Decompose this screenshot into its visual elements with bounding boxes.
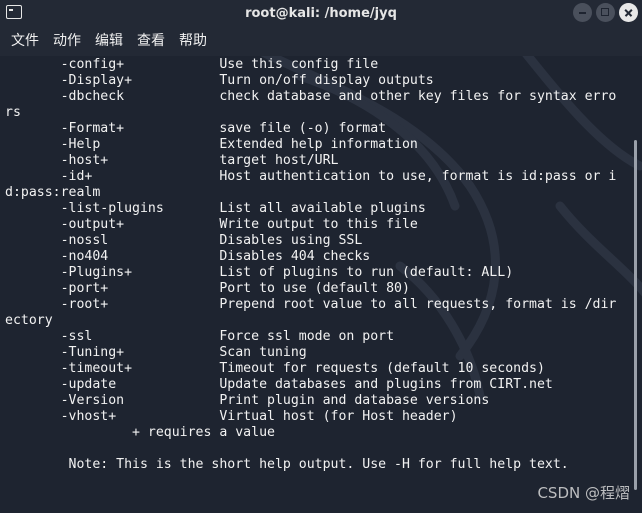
terminal-line: -Help Extended help information — [5, 137, 418, 152]
menu-action[interactable]: 动作 — [46, 26, 88, 56]
terminal-line: -config+ Use this config file — [5, 57, 379, 72]
menu-edit[interactable]: 编辑 — [88, 26, 130, 56]
terminal-line: + requires a value — [5, 425, 275, 440]
terminal-line: -no404 Disables 404 checks — [5, 249, 371, 264]
menu-view[interactable]: 查看 — [130, 26, 172, 56]
terminal-line: -dbcheck check database and other key fi… — [5, 89, 617, 104]
maximize-icon[interactable] — [596, 3, 615, 22]
terminal-line: -nossl Disables using SSL — [5, 233, 363, 248]
scrollbar-thumb[interactable] — [634, 140, 637, 490]
terminal-line: d:pass:realm — [5, 185, 101, 200]
menu-file[interactable]: 文件 — [4, 26, 46, 56]
terminal-line: -host+ target host/URL — [5, 153, 339, 168]
watermark: CSDN @程熠 — [537, 484, 630, 502]
terminal-output[interactable]: -config+ Use this config file -Display+ … — [0, 56, 626, 513]
terminal-line: rs — [5, 105, 21, 120]
terminal-line: -Tuning+ Scan tuning — [5, 345, 307, 360]
terminal-window: root@kali: /home/jyq 文件 动作 编辑 查看 帮助 -con… — [0, 0, 642, 513]
close-icon[interactable] — [619, 3, 638, 22]
terminal-icon[interactable] — [6, 5, 22, 19]
window-title: root@kali: /home/jyq — [245, 5, 397, 21]
menu-bar: 文件 动作 编辑 查看 帮助 — [0, 26, 642, 56]
terminal-line: -timeout+ Timeout for requests (default … — [5, 361, 545, 376]
menu-help[interactable]: 帮助 — [172, 26, 214, 56]
window-controls — [573, 3, 638, 22]
terminal-line: -root+ Prepend root value to all request… — [5, 297, 617, 312]
terminal-line: -output+ Write output to this file — [5, 217, 418, 232]
terminal-line: Note: This is the short help output. Use… — [5, 457, 569, 472]
terminal-line: -ssl Force ssl mode on port — [5, 329, 395, 344]
terminal-line: -update Update databases and plugins fro… — [5, 377, 553, 392]
terminal-line: -Format+ save file (-o) format — [5, 121, 387, 136]
title-bar[interactable]: root@kali: /home/jyq — [0, 0, 642, 26]
terminal-line: -id+ Host authentication to use, format … — [5, 169, 617, 184]
terminal-line: -Display+ Turn on/off display outputs — [5, 73, 434, 88]
terminal-line: -list-plugins List all available plugins — [5, 201, 426, 216]
minimize-icon[interactable] — [573, 3, 592, 22]
terminal-line: -vhost+ Virtual host (for Host header) — [5, 409, 458, 424]
terminal-line: -Plugins+ List of plugins to run (defaul… — [5, 265, 514, 280]
terminal-line: ectory — [5, 313, 53, 328]
terminal-line: -Version Print plugin and database versi… — [5, 393, 490, 408]
terminal-line: -port+ Port to use (default 80) — [5, 281, 410, 296]
